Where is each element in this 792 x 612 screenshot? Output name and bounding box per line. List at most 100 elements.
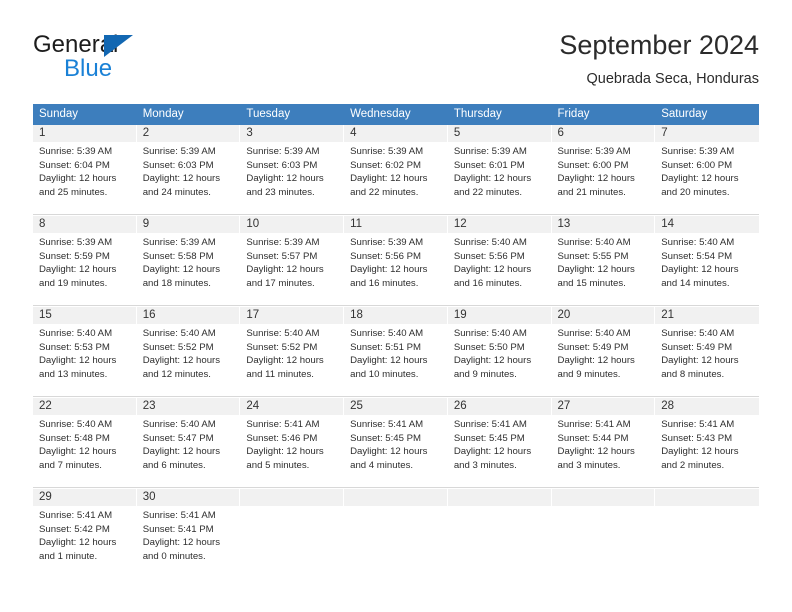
calendar-day-cell[interactable]: 22 Sunrise: 5:40 AM Sunset: 5:48 PM Dayligh… bbox=[33, 398, 137, 487]
sunset-text: Sunset: 5:57 PM bbox=[246, 250, 318, 262]
day-details bbox=[552, 506, 655, 509]
daylight-text-line1: Daylight: 12 hours bbox=[661, 446, 739, 458]
logo-triangle-icon bbox=[104, 35, 133, 57]
sunset-text: Sunset: 6:01 PM bbox=[453, 159, 525, 171]
calendar-day-cell[interactable]: 10 Sunrise: 5:39 AM Sunset: 5:57 PM Dayligh… bbox=[240, 216, 345, 305]
calendar-day-cell[interactable]: 25 Sunrise: 5:41 AM Sunset: 5:45 PM Dayligh… bbox=[344, 398, 448, 487]
calendar-day-cell[interactable]: 1 Sunrise: 5:39 AM Sunset: 6:04 PM Daylight… bbox=[33, 125, 137, 214]
weekday-header-wednesday: Wednesday bbox=[350, 108, 411, 120]
daylight-text-line2: and 9 minutes. bbox=[557, 368, 621, 380]
sunset-text: Sunset: 5:52 PM bbox=[246, 341, 318, 353]
title-block: September 2024 Quebrada Seca, Honduras bbox=[559, 28, 759, 90]
day-details: Sunrise: 5:39 AM Sunset: 5:58 PM Daylight:… bbox=[137, 233, 240, 290]
sunset-text: Sunset: 5:54 PM bbox=[661, 250, 733, 262]
calendar-day-cell[interactable]: 14 Sunrise: 5:40 AM Sunset: 5:54 PM Dayligh… bbox=[655, 216, 759, 305]
calendar-day-cell[interactable]: 13 Sunrise: 5:40 AM Sunset: 5:55 PM Dayligh… bbox=[551, 216, 656, 305]
calendar-day-cell[interactable]: 4 Sunrise: 5:39 AM Sunset: 6:02 PM Daylight… bbox=[344, 125, 448, 214]
daylight-text-line1: Daylight: 12 hours bbox=[661, 173, 739, 185]
sunset-text: Sunset: 5:55 PM bbox=[557, 250, 629, 262]
day-details: Sunrise: 5:41 AM Sunset: 5:44 PM Daylight:… bbox=[552, 415, 655, 472]
day-details bbox=[344, 506, 447, 509]
sunrise-text: Sunrise: 5:40 AM bbox=[453, 328, 527, 339]
calendar-day-cell[interactable]: 5 Sunrise: 5:39 AM Sunset: 6:01 PM Daylight… bbox=[447, 125, 552, 214]
sunrise-text: Sunrise: 5:40 AM bbox=[661, 328, 735, 339]
calendar-day-cell[interactable]: 28 Sunrise: 5:41 AM Sunset: 5:43 PM Dayligh… bbox=[655, 398, 759, 487]
calendar-day-cell[interactable]: 7 Sunrise: 5:39 AM Sunset: 6:00 PM Daylight… bbox=[655, 125, 759, 214]
sunset-text: Sunset: 5:53 PM bbox=[39, 341, 110, 353]
day-number bbox=[240, 489, 344, 506]
sunrise-text: Sunrise: 5:39 AM bbox=[557, 146, 631, 157]
sunrise-text: Sunrise: 5:41 AM bbox=[142, 510, 216, 521]
calendar-day-cell[interactable]: 2 Sunrise: 5:39 AM Sunset: 6:03 PM Daylight… bbox=[136, 125, 241, 214]
day-number: 29 bbox=[33, 489, 136, 506]
calendar-day-cell[interactable]: 16 Sunrise: 5:40 AM Sunset: 5:52 PM Dayligh… bbox=[136, 307, 241, 396]
calendar-day-cell[interactable]: 17 Sunrise: 5:40 AM Sunset: 5:52 PM Dayligh… bbox=[240, 307, 345, 396]
calendar-day-cell[interactable]: 11 Sunrise: 5:39 AM Sunset: 5:56 PM Dayligh… bbox=[344, 216, 448, 305]
calendar-week-row: 22 Sunrise: 5:40 AM Sunset: 5:48 PM Dayligh… bbox=[33, 397, 759, 487]
sunset-text: Sunset: 5:49 PM bbox=[557, 341, 629, 353]
day-number: 14 bbox=[655, 216, 759, 233]
day-number: 12 bbox=[447, 216, 551, 233]
daylight-text-line1: Daylight: 12 hours bbox=[557, 264, 635, 276]
sunset-text: Sunset: 5:51 PM bbox=[350, 341, 422, 353]
calendar-day-cell[interactable]: 19 Sunrise: 5:40 AM Sunset: 5:50 PM Dayligh… bbox=[447, 307, 552, 396]
calendar-day-cell[interactable]: 21 Sunrise: 5:40 AM Sunset: 5:49 PM Dayligh… bbox=[655, 307, 759, 396]
sunrise-text: Sunrise: 5:39 AM bbox=[142, 237, 216, 248]
calendar-cell-empty bbox=[240, 489, 345, 578]
sunset-text: Sunset: 6:03 PM bbox=[142, 159, 214, 171]
sunset-text: Sunset: 5:42 PM bbox=[39, 523, 110, 535]
calendar-day-cell[interactable]: 24 Sunrise: 5:41 AM Sunset: 5:46 PM Dayligh… bbox=[240, 398, 345, 487]
daylight-text-line2: and 6 minutes. bbox=[142, 459, 206, 471]
daylight-text-line2: and 5 minutes. bbox=[246, 459, 310, 471]
calendar-day-cell[interactable]: 6 Sunrise: 5:39 AM Sunset: 6:00 PM Daylight… bbox=[551, 125, 656, 214]
sunrise-text: Sunrise: 5:41 AM bbox=[350, 419, 424, 430]
day-number: 13 bbox=[551, 216, 655, 233]
calendar-cell-empty bbox=[551, 489, 656, 578]
calendar-day-cell[interactable]: 12 Sunrise: 5:40 AM Sunset: 5:56 PM Dayligh… bbox=[447, 216, 552, 305]
weekday-header-thursday: Thursday bbox=[453, 108, 502, 120]
day-details: Sunrise: 5:41 AM Sunset: 5:45 PM Daylight:… bbox=[448, 415, 551, 472]
daylight-text-line2: and 7 minutes. bbox=[39, 459, 102, 471]
sunset-text: Sunset: 5:58 PM bbox=[142, 250, 214, 262]
calendar-day-cell[interactable]: 15 Sunrise: 5:40 AM Sunset: 5:53 PM Dayligh… bbox=[33, 307, 137, 396]
day-number: 28 bbox=[655, 398, 759, 415]
sunset-text: Sunset: 5:56 PM bbox=[350, 250, 422, 262]
calendar-day-cell[interactable]: 20 Sunrise: 5:40 AM Sunset: 5:49 PM Dayligh… bbox=[551, 307, 656, 396]
daylight-text-line1: Daylight: 12 hours bbox=[350, 355, 428, 367]
daylight-text-line2: and 3 minutes. bbox=[453, 459, 517, 471]
sunset-text: Sunset: 5:59 PM bbox=[39, 250, 110, 262]
sunset-text: Sunset: 6:00 PM bbox=[557, 159, 629, 171]
day-details: Sunrise: 5:39 AM Sunset: 6:00 PM Daylight:… bbox=[552, 142, 655, 199]
sunrise-text: Sunrise: 5:39 AM bbox=[453, 146, 527, 157]
daylight-text-line2: and 0 minutes. bbox=[142, 550, 206, 562]
calendar-day-cell[interactable]: 18 Sunrise: 5:40 AM Sunset: 5:51 PM Dayligh… bbox=[344, 307, 448, 396]
sunset-text: Sunset: 5:41 PM bbox=[142, 523, 214, 535]
calendar-day-cell[interactable]: 27 Sunrise: 5:41 AM Sunset: 5:44 PM Dayligh… bbox=[551, 398, 656, 487]
day-details bbox=[448, 506, 551, 509]
calendar-day-cell[interactable]: 8 Sunrise: 5:39 AM Sunset: 5:59 PM Daylight… bbox=[33, 216, 137, 305]
daylight-text-line2: and 8 minutes. bbox=[661, 368, 725, 380]
day-details: Sunrise: 5:41 AM Sunset: 5:42 PM Daylight:… bbox=[33, 506, 136, 563]
calendar-day-cell[interactable]: 9 Sunrise: 5:39 AM Sunset: 5:58 PM Daylight… bbox=[136, 216, 241, 305]
daylight-text-line2: and 3 minutes. bbox=[557, 459, 621, 471]
sunrise-text: Sunrise: 5:41 AM bbox=[557, 419, 631, 430]
day-number: 20 bbox=[551, 307, 655, 324]
day-number: 22 bbox=[33, 398, 136, 415]
day-details: Sunrise: 5:39 AM Sunset: 5:59 PM Daylight:… bbox=[33, 233, 136, 290]
sunrise-text: Sunrise: 5:39 AM bbox=[39, 146, 113, 157]
calendar-day-cell[interactable]: 23 Sunrise: 5:40 AM Sunset: 5:47 PM Dayligh… bbox=[136, 398, 241, 487]
daylight-text-line2: and 19 minutes. bbox=[39, 277, 108, 289]
day-number: 21 bbox=[655, 307, 759, 324]
daylight-text-line1: Daylight: 12 hours bbox=[661, 264, 739, 276]
calendar-week-row: 15 Sunrise: 5:40 AM Sunset: 5:53 PM Dayligh… bbox=[33, 306, 759, 396]
daylight-text-line2: and 10 minutes. bbox=[350, 368, 419, 380]
calendar-day-cell[interactable]: 30 Sunrise: 5:41 AM Sunset: 5:41 PM Dayligh… bbox=[136, 489, 241, 578]
sunrise-text: Sunrise: 5:39 AM bbox=[350, 146, 424, 157]
calendar-day-cell[interactable]: 26 Sunrise: 5:41 AM Sunset: 5:45 PM Dayligh… bbox=[447, 398, 552, 487]
calendar-day-cell[interactable]: 3 Sunrise: 5:39 AM Sunset: 6:03 PM Daylight… bbox=[240, 125, 345, 214]
calendar-day-cell[interactable]: 29 Sunrise: 5:41 AM Sunset: 5:42 PM Dayligh… bbox=[33, 489, 137, 578]
sunset-text: Sunset: 5:43 PM bbox=[661, 432, 733, 444]
day-number: 6 bbox=[551, 125, 655, 142]
daylight-text-line1: Daylight: 12 hours bbox=[453, 173, 532, 185]
day-number: 7 bbox=[655, 125, 759, 142]
